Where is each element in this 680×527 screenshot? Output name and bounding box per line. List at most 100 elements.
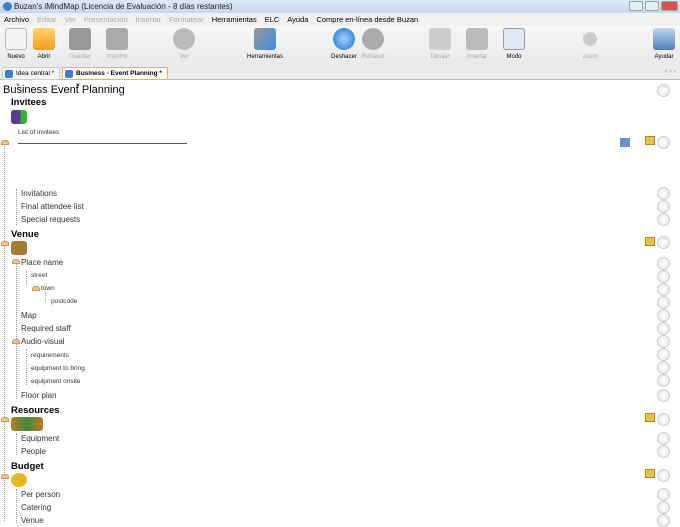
item-catering[interactable]: Catering [21, 503, 51, 512]
node-action-button[interactable] [657, 236, 670, 249]
note-icon[interactable] [645, 469, 655, 478]
item-special-requests[interactable]: Special requests [21, 215, 80, 224]
note-list-of-invitees[interactable]: List of invitees [18, 129, 59, 136]
menu-herramientas[interactable]: Herramientas [212, 13, 257, 26]
collapse-toggle[interactable] [1, 417, 9, 422]
collapse-toggle[interactable] [12, 339, 20, 344]
item-map[interactable]: Map [21, 311, 37, 320]
node-action-button[interactable] [657, 374, 670, 387]
menu-archivo[interactable]: Archivo [4, 13, 29, 26]
branch-resources[interactable]: Resources [11, 405, 60, 416]
menu-insertar[interactable]: Insertar [136, 13, 161, 26]
item-equipment-to-bring[interactable]: equipment to bring [31, 365, 85, 372]
item-street[interactable]: street [31, 272, 47, 279]
collapse-toggle[interactable] [1, 241, 9, 246]
tab-scroll-controls[interactable]: ‹ › ▫ [665, 68, 676, 75]
mode-icon [503, 28, 525, 50]
help-button[interactable]: Ayudar [644, 28, 680, 60]
insert-button[interactable]: Insertar [457, 28, 497, 60]
node-action-button[interactable] [657, 257, 670, 270]
item-equipment[interactable]: Equipment [21, 434, 59, 443]
central-idea[interactable]: Business Event Planning [3, 84, 125, 96]
book-icon [653, 28, 675, 50]
node-action-button[interactable] [657, 488, 670, 501]
tab-business-event-planning[interactable]: Business - Event Planning * × [62, 67, 168, 89]
node-action-button[interactable] [657, 432, 670, 445]
item-people[interactable]: People [21, 447, 46, 456]
print-button[interactable]: Imprimir [97, 28, 137, 60]
zoom-button[interactable]: zoom [570, 28, 610, 60]
tab-idea-central[interactable]: Idea central * × [2, 67, 60, 89]
view-button[interactable]: Ver [164, 28, 204, 60]
collapse-toggle[interactable] [32, 286, 40, 291]
node-action-button[interactable] [657, 335, 670, 348]
insert-arrow-icon [466, 28, 488, 50]
redo-button[interactable]: Rehacer [353, 28, 393, 60]
item-floor-plan[interactable]: Floor plan [21, 391, 57, 400]
node-action-button[interactable] [657, 283, 670, 296]
close-button[interactable] [661, 1, 678, 11]
node-action-button[interactable] [657, 361, 670, 374]
menu-elc[interactable]: ELC [265, 13, 280, 26]
node-action-button[interactable] [657, 514, 670, 527]
tab-bar: Idea central * × Business - Event Planni… [0, 66, 680, 89]
branch-invitees[interactable]: Invitees [11, 97, 46, 108]
item-final-attendee-list[interactable]: Final attendee list [21, 202, 84, 211]
note-icon[interactable] [645, 237, 655, 246]
node-action-button[interactable] [657, 270, 670, 283]
menu-bar: Archivo Editar Ver Presentación Insertar… [0, 13, 680, 26]
note-icon[interactable] [645, 413, 655, 422]
node-action-button[interactable] [657, 469, 670, 482]
collapse-toggle[interactable] [1, 140, 9, 145]
branch-venue[interactable]: Venue [11, 229, 39, 240]
node-action-button[interactable] [657, 84, 670, 97]
item-equipment-onsite[interactable]: equipment onsite [31, 378, 81, 385]
node-action-button[interactable] [657, 501, 670, 514]
collapse-toggle[interactable] [12, 259, 20, 264]
redo-icon [362, 28, 384, 50]
item-town[interactable]: town [41, 285, 55, 292]
menu-presentacion[interactable]: Presentación [84, 13, 128, 26]
draw-button[interactable]: Dibujar [420, 28, 460, 60]
title-bar: Buzan's iMindMap (Licencia de Evaluación… [0, 0, 680, 13]
menu-ver[interactable]: Ver [65, 13, 76, 26]
minimize-button[interactable] [629, 1, 643, 11]
menu-ayuda[interactable]: Ayuda [287, 13, 308, 26]
node-action-button[interactable] [657, 136, 670, 149]
node-action-button[interactable] [657, 213, 670, 226]
item-audio-visual[interactable]: Audio-visual [21, 337, 65, 346]
node-action-button[interactable] [657, 309, 670, 322]
open-button[interactable]: Abrir [24, 28, 64, 60]
zoom-icon [583, 32, 597, 46]
node-action-button[interactable] [657, 200, 670, 213]
tools-button[interactable]: Herramientas [245, 28, 285, 60]
node-action-button[interactable] [657, 296, 670, 309]
mind-map-canvas[interactable]: Business Event Planning Invitees List of… [0, 81, 680, 527]
menu-editar[interactable]: Editar [37, 13, 57, 26]
node-action-button[interactable] [657, 445, 670, 458]
item-postcode[interactable]: postcode [51, 298, 77, 305]
note-line [18, 143, 187, 144]
node-action-button[interactable] [657, 322, 670, 335]
item-required-staff[interactable]: Required staff [21, 324, 71, 333]
node-action-button[interactable] [657, 389, 670, 402]
notes-icon[interactable] [620, 138, 630, 147]
item-venue[interactable]: Venue [21, 516, 44, 525]
toolbar: Nuevo Abrir Guardar Imprimir Ver Herrami… [0, 26, 680, 66]
mode-button[interactable]: Modo [494, 28, 534, 60]
menu-compre[interactable]: Compre en-línea desde Buzan [316, 13, 418, 26]
save-button[interactable]: Guardar [60, 28, 100, 60]
note-icon[interactable] [645, 136, 655, 145]
node-action-button[interactable] [657, 348, 670, 361]
item-invitations[interactable]: Invitations [21, 189, 57, 198]
maximize-button[interactable] [645, 1, 659, 11]
print-icon [106, 28, 128, 50]
collapse-toggle[interactable] [1, 474, 9, 479]
node-action-button[interactable] [657, 187, 670, 200]
menu-formatear[interactable]: Formatear [169, 13, 204, 26]
node-action-button[interactable] [657, 413, 670, 426]
item-requirements[interactable]: requirements [31, 352, 69, 359]
item-place-name[interactable]: Place name [21, 258, 63, 267]
branch-budget[interactable]: Budget [11, 461, 44, 472]
item-per-person[interactable]: Per person [21, 490, 60, 499]
